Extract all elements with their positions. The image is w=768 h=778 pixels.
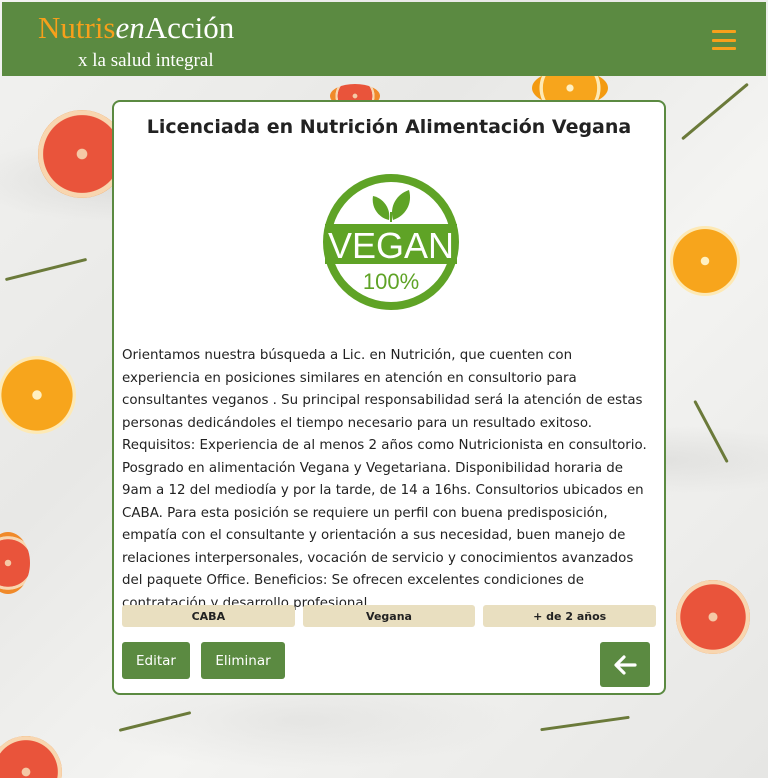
brand-text-part3: Acción <box>144 10 235 45</box>
grapefruit-slice-image <box>0 736 62 778</box>
herb-sprig-image <box>681 82 749 141</box>
herb-sprig-image <box>4 257 88 282</box>
brand-text-part1: Nutris <box>38 10 116 45</box>
vegan-badge-logo: VEGAN 100% <box>321 172 461 312</box>
job-tags: CABA Vegana + de 2 años <box>122 605 657 627</box>
herb-sprig-image <box>118 711 192 732</box>
tag-experience: + de 2 años <box>483 605 657 627</box>
tag-location: CABA <box>122 605 295 627</box>
job-title: Licenciada en Nutrición Alimentación Veg… <box>146 116 632 138</box>
herb-sprig-image <box>693 399 729 464</box>
brand-tagline: x la salud integral <box>78 50 214 71</box>
delete-button[interactable]: Eliminar <box>201 642 285 679</box>
grapefruit-slice-image <box>676 580 750 654</box>
herb-sprig-image <box>540 715 630 732</box>
orange-slice-image <box>670 226 740 296</box>
vegan-percent: 100% <box>363 269 419 294</box>
vegan-word: VEGAN <box>328 225 454 266</box>
hamburger-menu-icon[interactable] <box>712 30 736 50</box>
brand-logo[interactable]: NutrisenAcción <box>38 10 234 46</box>
back-button[interactable] <box>600 642 650 687</box>
job-card: Licenciada en Nutrición Alimentación Veg… <box>112 100 666 695</box>
site-header: NutrisenAcción x la salud integral <box>2 2 766 76</box>
edit-button[interactable]: Editar <box>122 642 190 679</box>
tag-specialty: Vegana <box>302 605 476 627</box>
leaf-icon <box>372 190 411 222</box>
grapefruit-slice-image <box>0 532 30 594</box>
arrow-left-icon <box>614 654 637 675</box>
job-description: Orientamos nuestra búsqueda a Lic. en Nu… <box>122 348 647 611</box>
orange-slice-image <box>0 356 76 434</box>
brand-text-part2: en <box>115 10 145 45</box>
